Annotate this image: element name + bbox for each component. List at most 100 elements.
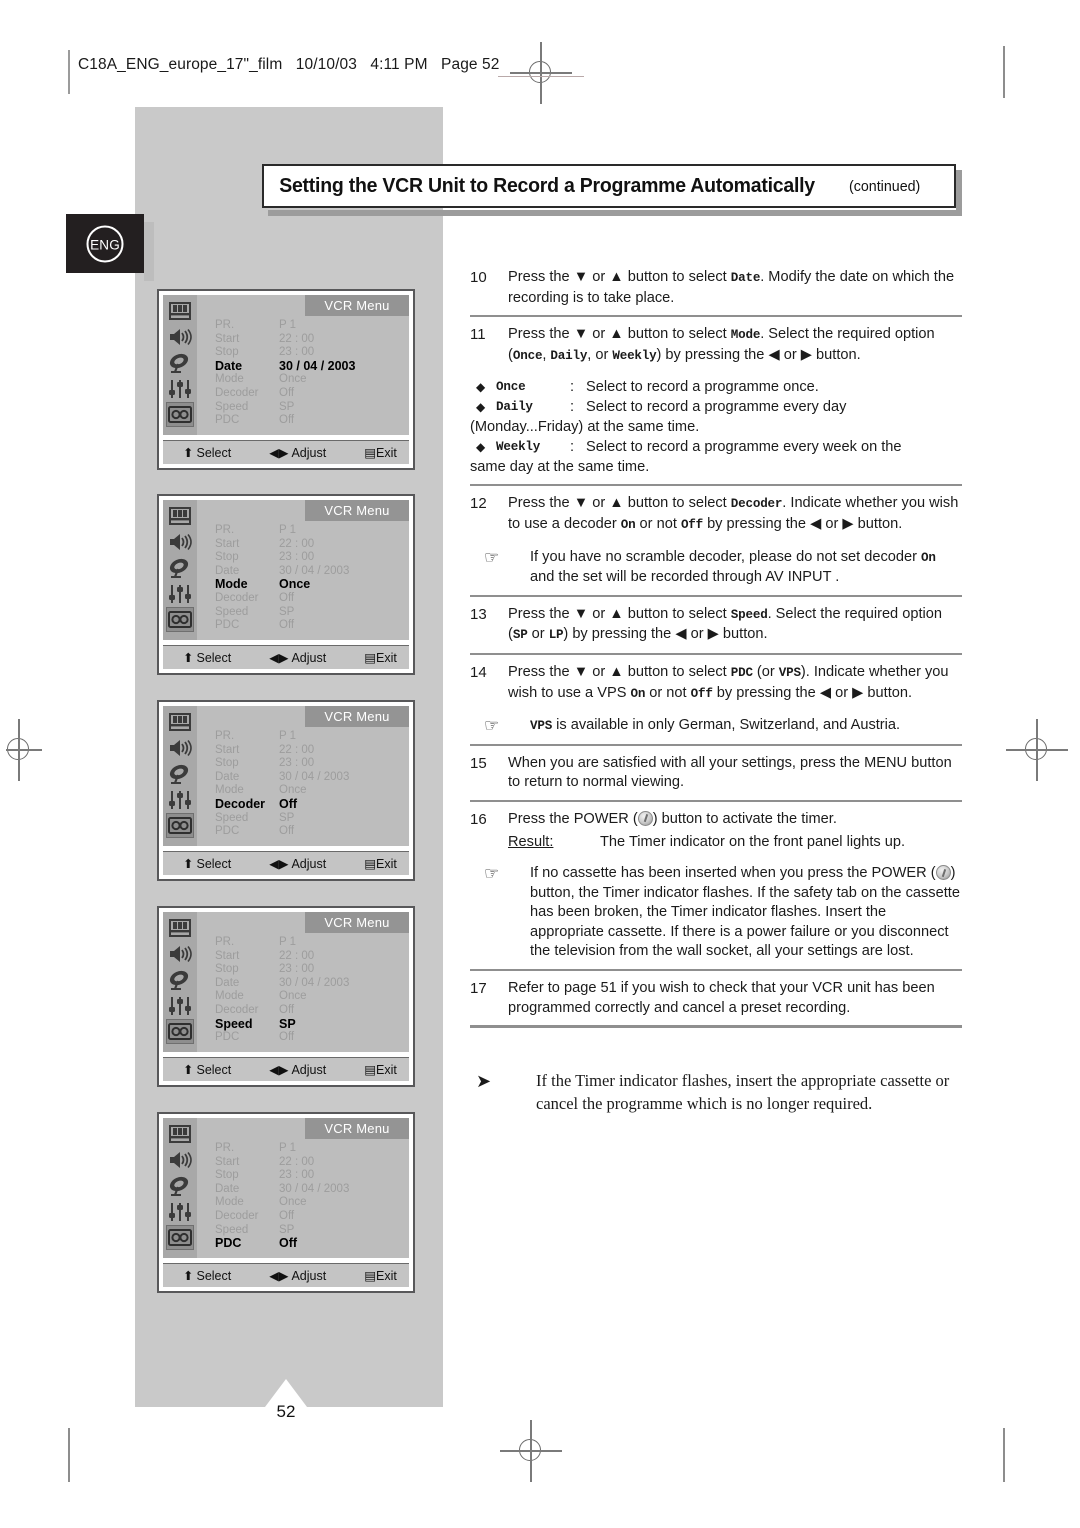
- menu-row-value: Off: [279, 1031, 295, 1044]
- menu-grid-icon: ▤: [364, 857, 377, 871]
- menu-row-pr[interactable]: PR. P 1: [215, 1142, 405, 1156]
- menu-action-select[interactable]: ⬆︎ Select: [183, 1268, 231, 1284]
- menu-row-decoder[interactable]: Decoder Off: [215, 1004, 405, 1018]
- step-13-number: 13: [470, 605, 487, 623]
- menu-row-decoder[interactable]: Decoder Off: [215, 387, 405, 401]
- menu-row-speed[interactable]: Speed SP: [215, 401, 405, 415]
- menu-row-pdc[interactable]: PDC Off: [215, 1031, 405, 1045]
- setup-sliders-icon: [166, 993, 194, 1018]
- menu-row-pdc[interactable]: PDC Off: [215, 825, 405, 839]
- menu-action-select[interactable]: ⬆︎ Select: [183, 650, 231, 666]
- menu-row-label: Date: [215, 1182, 240, 1195]
- menu-row-stop[interactable]: Stop 23 : 00: [215, 551, 405, 565]
- step-13-text: Press the ▼ or ▲ button to select Speed.…: [508, 605, 962, 646]
- step-12-number: 12: [470, 495, 487, 513]
- menu-screen-area: VCR Menu PR. P 1 Start 22 : 00 Stop 23 : 00 Dat…: [163, 1118, 409, 1258]
- menu-row-pr[interactable]: PR. P 1: [215, 524, 405, 538]
- step-16-p1: Press the POWER (: [508, 810, 638, 827]
- print-header: C18A_ENG_europe_17"_film 10/10/03 4:11 P…: [78, 56, 509, 74]
- up-down-arrows-icon: ⬆︎: [183, 651, 194, 665]
- menu-row-label: Date: [215, 358, 243, 373]
- menu-row-date[interactable]: Date 30 / 04 / 2003: [215, 565, 405, 579]
- step-14-text: Press the ▼ or ▲ button to select PDC (o…: [508, 663, 962, 704]
- print-header-date: 10/10/03: [295, 56, 357, 73]
- menu-row-stop[interactable]: Stop 23 : 00: [215, 346, 405, 360]
- menu-row-speed[interactable]: Speed SP: [215, 1224, 405, 1238]
- menu-row-label: Speed: [215, 605, 249, 618]
- menu-row-value: Once: [279, 784, 307, 797]
- menu-action-adjust[interactable]: ◀▶ Adjust: [269, 1062, 327, 1078]
- menu-bottom-bar: ⬆︎ Select ◀▶ Adjust ▤ Exit: [163, 440, 409, 464]
- menu-row-speed[interactable]: Speed SP: [215, 1017, 405, 1032]
- menu-row-date[interactable]: Date 30 / 04 / 2003: [215, 977, 405, 991]
- menu-row-pdc[interactable]: PDC Off: [215, 414, 405, 428]
- menu-action-exit[interactable]: ▤ Exit: [364, 1062, 397, 1078]
- menu-row-start[interactable]: Start 22 : 00: [215, 333, 405, 347]
- up-down-arrows-icon: ⬆︎: [183, 857, 194, 871]
- menu-action-exit[interactable]: ▤ Exit: [364, 650, 397, 666]
- step-10-text: Press the ▼ or ▲ button to select Date. …: [508, 268, 962, 308]
- menu-action-adjust[interactable]: ◀▶ Adjust: [269, 856, 326, 872]
- menu-row-stop[interactable]: Stop 23 : 00: [215, 1169, 405, 1183]
- menu-action-adjust[interactable]: ◀▶ Adjust: [269, 1268, 326, 1284]
- menu-row-pr[interactable]: PR. P 1: [215, 319, 405, 333]
- mode-option-daily-colon: :: [570, 399, 575, 416]
- menu-row-date[interactable]: Date 30 / 04 / 2003: [215, 771, 405, 785]
- step-16-note-text: If no cassette has been inserted when yo…: [530, 864, 962, 962]
- menu-row-stop[interactable]: Stop 23 : 00: [215, 757, 405, 771]
- menu-row-mode[interactable]: Mode Once: [215, 990, 405, 1004]
- menu-row-decoder[interactable]: Decoder Off: [215, 797, 405, 812]
- menu-row-decoder[interactable]: Decoder Off: [215, 1210, 405, 1224]
- menu-action-adjust[interactable]: ◀▶ Adjust: [269, 650, 326, 666]
- menu-row-mode[interactable]: Mode Once: [215, 1196, 405, 1210]
- menu-row-start[interactable]: Start 22 : 00: [215, 744, 405, 758]
- menu-row-speed[interactable]: Speed SP: [215, 606, 405, 620]
- menu-row-pdc[interactable]: PDC Off: [215, 619, 405, 633]
- menu-row-decoder[interactable]: Decoder Off: [215, 592, 405, 606]
- step-10: 10 Press the ▼ or ▲ button to select Dat…: [470, 268, 962, 308]
- menu-row-start[interactable]: Start 22 : 00: [215, 950, 405, 964]
- menu-row-label: Date: [215, 564, 240, 577]
- menu-row-label: Start: [215, 1155, 240, 1168]
- menu-row-mode[interactable]: Mode Once: [215, 373, 405, 387]
- menu-action-exit[interactable]: ▤ Exit: [364, 856, 397, 872]
- menu-action-exit[interactable]: ▤ Exit: [364, 445, 397, 461]
- menu-row-mode[interactable]: Mode Once: [215, 578, 405, 592]
- menu-action-exit-label: Exit: [376, 445, 397, 460]
- menu-row-speed[interactable]: Speed SP: [215, 812, 405, 826]
- left-right-arrows-icon: ◀▶: [269, 651, 289, 665]
- sound-icon: [166, 735, 194, 760]
- menu-date: VCR Menu PR. P 1 Start 22 : 00 Stop 23 : 00 Dat…: [157, 289, 415, 470]
- menu-screen: VCR Menu PR. P 1 Start 22 : 00 Stop 23 : 00 Dat…: [163, 1118, 409, 1287]
- menu-row-start[interactable]: Start 22 : 00: [215, 1156, 405, 1170]
- menu-action-select-label: Select: [196, 1062, 232, 1077]
- page-title-continued: (continued): [848, 177, 921, 195]
- menu-action-adjust[interactable]: ◀▶ Adjust: [269, 445, 326, 461]
- satellite-icon: [166, 761, 194, 786]
- mode-option-once-colon: :: [570, 379, 575, 396]
- step-12-p1: Press the ▼ or ▲ button to select: [508, 495, 731, 512]
- menu-action-select[interactable]: ⬆︎ Select: [183, 445, 231, 461]
- picture-icon: [166, 503, 194, 528]
- menu-row-date[interactable]: Date 30 / 04 / 2003: [215, 358, 405, 374]
- menu-row-pr[interactable]: PR. P 1: [215, 936, 405, 950]
- menu-action-select[interactable]: ⬆︎ Select: [183, 856, 231, 872]
- menu-row-stop[interactable]: Stop 23 : 00: [215, 963, 405, 977]
- menu-row-start[interactable]: Start 22 : 00: [215, 538, 405, 552]
- menu-action-exit[interactable]: ▤ Exit: [364, 1268, 397, 1284]
- title-bar-shadow-right: [956, 170, 962, 216]
- menu-row-date[interactable]: Date 30 / 04 / 2003: [215, 1183, 405, 1197]
- step-11: 11 Press the ▼ or ▲ button to select Mod…: [470, 325, 962, 366]
- menu-action-select[interactable]: ⬆︎ Select: [183, 1062, 232, 1078]
- menu-row-value: Off: [279, 1003, 295, 1016]
- menu-row-mode[interactable]: Mode Once: [215, 784, 405, 798]
- menu-screen-title: VCR Menu: [305, 295, 409, 316]
- up-down-arrows-icon: ⬆︎: [183, 446, 194, 460]
- menu-row-value: 30 / 04 / 2003: [279, 976, 350, 989]
- step-17-text: Refer to page 51 if you wish to check th…: [508, 980, 935, 1016]
- menu-row-label: Mode: [215, 577, 248, 592]
- step-13-p1: Press the ▼ or ▲ button to select: [508, 605, 731, 622]
- menu-row-pr[interactable]: PR. P 1: [215, 730, 405, 744]
- menu-action-adjust-label: Adjust: [291, 1062, 327, 1077]
- menu-row-pdc[interactable]: PDC Off: [215, 1237, 405, 1251]
